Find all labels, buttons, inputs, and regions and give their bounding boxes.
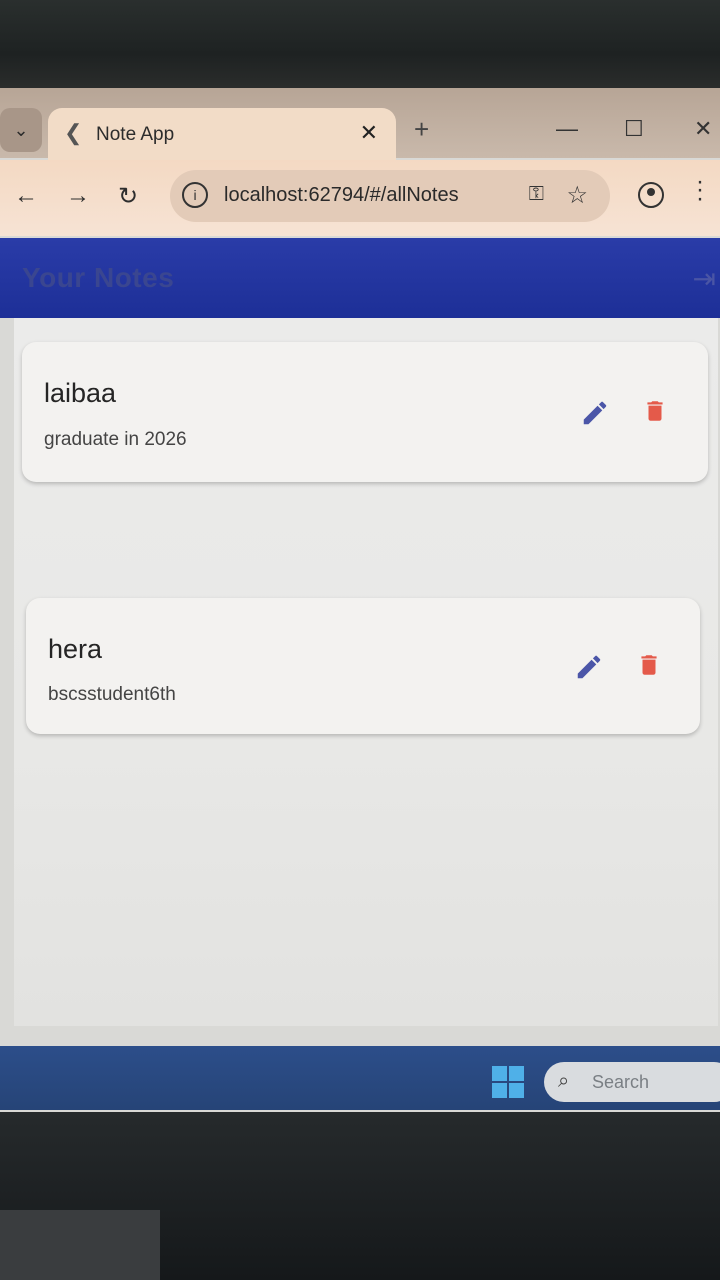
tab-title: Note App [96, 124, 175, 145]
taskbar-search-label: Search [592, 1072, 650, 1092]
maximize-icon[interactable]: ☐ [624, 116, 644, 142]
profile-avatar-icon[interactable] [638, 182, 664, 208]
back-arrow-icon[interactable]: ← [14, 182, 38, 210]
note-card[interactable]: laibaa graduate in 2026 [22, 342, 708, 482]
screen: ⌄ ❮ Note App ✕ + — ☐ ✕ ← → ↻ i localhost… [0, 88, 720, 1239]
minimize-icon[interactable]: — [556, 116, 578, 142]
windows-start-icon[interactable] [492, 1066, 524, 1098]
password-key-icon[interactable]: ⚿ [529, 183, 544, 206]
close-window-icon[interactable]: ✕ [694, 116, 712, 142]
trash-icon[interactable] [636, 650, 662, 680]
trash-icon[interactable] [642, 396, 668, 426]
page-title: Your Notes [22, 262, 175, 293]
note-content: graduate in 2026 [44, 429, 187, 450]
flutter-icon: ❮ [64, 120, 83, 145]
notes-list: laibaa graduate in 2026 hera bscsstudent… [14, 318, 718, 1239]
note-content: bscsstudent6th [48, 684, 176, 705]
note-card[interactable]: hera bscsstudent6th [26, 598, 700, 734]
close-tab-icon[interactable]: ✕ [360, 120, 378, 146]
desk-surface [0, 1210, 160, 1280]
browser-tab[interactable]: ❮ Note App ✕ [48, 108, 396, 162]
site-info-icon[interactable]: i [182, 182, 208, 208]
new-tab-button[interactable]: + [414, 114, 429, 145]
monitor-bezel-top [0, 0, 720, 90]
more-menu-icon[interactable]: · · · [696, 169, 704, 210]
bookmark-star-icon[interactable]: ☆ [566, 181, 588, 210]
url-text[interactable]: localhost:62794/#/allNotes [224, 184, 459, 207]
tab-search-button[interactable]: ⌄ [0, 108, 42, 152]
taskbar-search[interactable]: ⌕ Search [544, 1062, 720, 1102]
reload-icon[interactable]: ↻ [118, 182, 138, 211]
forward-arrow-icon[interactable]: → [66, 182, 90, 210]
windows-taskbar: ⌕ Search [0, 1046, 720, 1110]
photo-frame: ⌄ ❮ Note App ✕ + — ☐ ✕ ← → ↻ i localhost… [0, 0, 720, 1280]
logout-icon[interactable]: ⇥ [693, 262, 716, 295]
note-title: hera [48, 634, 103, 664]
browser-toolbar: ← → ↻ i localhost:62794/#/allNotes ⚿ ☆ ·… [0, 160, 720, 236]
pencil-icon[interactable] [574, 652, 604, 682]
tab-strip: ⌄ ❮ Note App ✕ + — ☐ ✕ [0, 88, 720, 162]
chevron-down-icon: ⌄ [13, 119, 29, 140]
pencil-icon[interactable] [580, 398, 610, 428]
note-title: laibaa [44, 378, 117, 408]
address-bar[interactable]: i localhost:62794/#/allNotes ⚿ ☆ [170, 170, 610, 222]
app-bar: Your Notes ⇥ [0, 238, 720, 318]
search-icon: ⌕ [558, 1070, 570, 1092]
